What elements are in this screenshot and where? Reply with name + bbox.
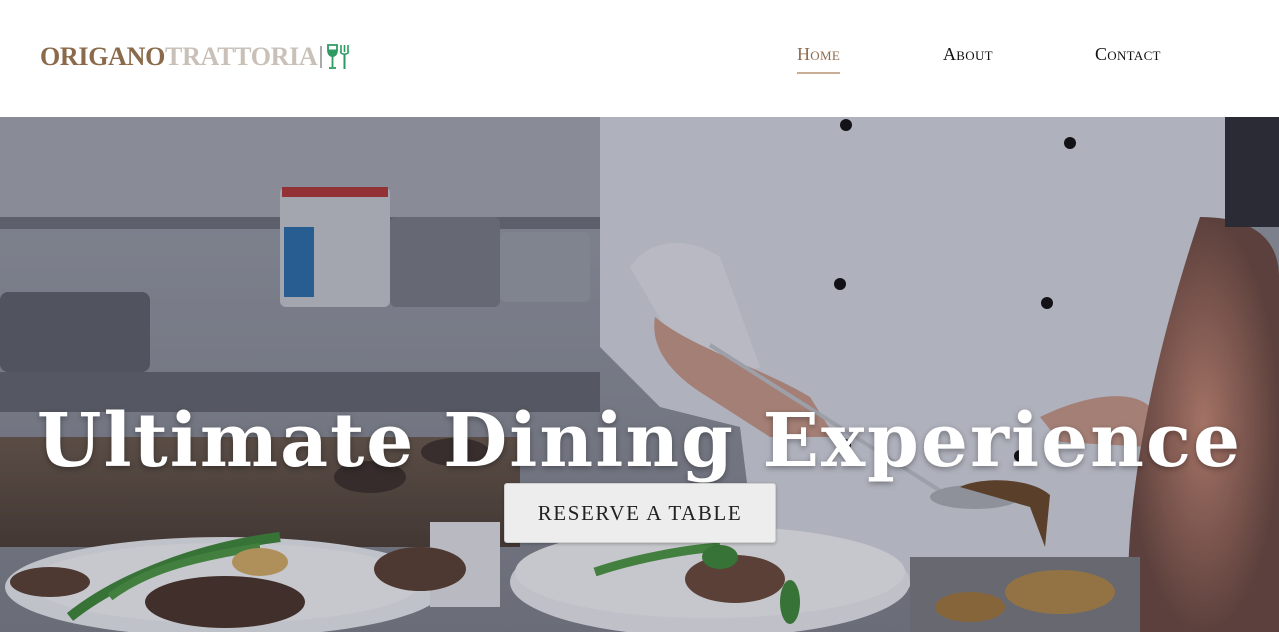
active-underline <box>797 72 841 74</box>
nav-link-about-label: About <box>943 44 993 64</box>
brand-name-origano: ORIGANO <box>40 42 166 71</box>
reserve-table-button[interactable]: RESERVE A TABLE <box>504 483 776 543</box>
hero-title: Ultimate Dining Experience <box>36 397 1243 484</box>
nav-link-home-label: Home <box>797 44 841 64</box>
brand-divider <box>320 46 323 68</box>
nav-link-contact-label: Contact <box>1095 44 1161 64</box>
brand-logo[interactable]: ORIGANO TRATTORIA <box>40 40 352 74</box>
brand-name-trattoria: TRATTORIA <box>165 42 318 71</box>
hero-overlay <box>0 117 1279 632</box>
nav-link-about[interactable]: About <box>943 44 993 65</box>
nav-link-home[interactable]: Home <box>797 44 841 74</box>
wine-glass-and-fork-icon <box>327 44 350 69</box>
navbar: ORIGANO TRATTORIA Home About Contact <box>0 0 1279 117</box>
nav-link-contact[interactable]: Contact <box>1095 44 1161 65</box>
hero-section: Ultimate Dining Experience RESERVE A TAB… <box>0 117 1279 632</box>
